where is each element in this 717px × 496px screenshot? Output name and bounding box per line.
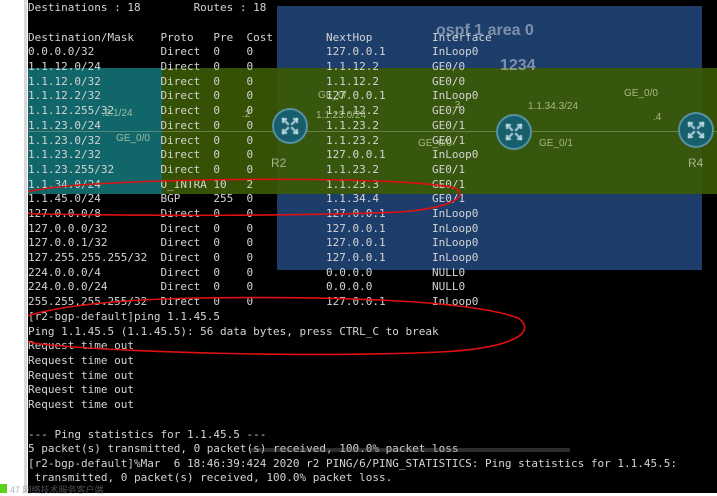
terminal-line: 1.1.45.0/24 BGP 255 0 1.1.34.4 GE0/1 — [28, 192, 466, 205]
left-panel-divider — [24, 0, 27, 493]
router-r3-icon — [496, 114, 532, 150]
terminal-line: Request time out — [28, 354, 134, 367]
terminal-window[interactable]: ospf 1 area 0 1234 GE_0/ .2.1/24 .2 GE_0… — [28, 0, 717, 493]
link-label-dot4: .4 — [653, 112, 662, 123]
terminal-line: 127.0.0.0/8 Direct 0 0 127.0.0.1 InLoop0 — [28, 207, 479, 220]
terminal-line: Request time out — [28, 369, 134, 382]
terminal-line: [r2-bgp-default]%Mar 6 18:46:39:424 2020… — [28, 457, 678, 470]
terminal-line: 1.1.23.0/24 Direct 0 0 1.1.23.2 GE0/1 — [28, 119, 466, 132]
router-r4-label: R4 — [688, 156, 704, 170]
terminal-line: 224.0.0.0/4 Direct 0 0 0.0.0.0 NULL0 — [28, 266, 466, 279]
terminal-line: 255.255.255.255/32 Direct 0 0 127.0.0.1 … — [28, 295, 479, 308]
terminal-line: Destinations : 18 Routes : 18 — [28, 1, 267, 14]
terminal-line: 1.1.23.255/32 Direct 0 0 1.1.23.2 GE0/1 — [28, 163, 466, 176]
terminal-line: [r2-bgp-default]ping 1.1.45.5 — [28, 310, 221, 323]
terminal-scroll-indicator — [250, 448, 570, 452]
terminal-line: 1.1.12.0/24 Direct 0 0 1.1.12.2 GE0/0 — [28, 60, 466, 73]
link-label-ge01: GE_0/1 — [539, 138, 573, 149]
terminal-line: 1.1.12.255/32 Direct 0 0 1.1.12.2 GE0/0 — [28, 104, 466, 117]
terminal-line: 1.1.23.2/32 Direct 0 0 127.0.0.1 InLoop0 — [28, 148, 479, 161]
terminal-line: Destination/Mask Proto Pre Cost NextHop … — [28, 31, 492, 44]
terminal-line: 127.255.255.255/32 Direct 0 0 127.0.0.1 … — [28, 251, 479, 264]
router-r4-icon — [678, 112, 714, 148]
terminal-line: 1.1.12.2/32 Direct 0 0 127.0.0.1 InLoop0 — [28, 89, 479, 102]
terminal-line: 0.0.0.0/32 Direct 0 0 127.0.0.1 InLoop0 — [28, 45, 479, 58]
status-indicator-icon — [0, 484, 7, 493]
area-number-label: 1234 — [500, 57, 536, 74]
left-panel-strip — [0, 0, 28, 493]
terminal-line: Request time out — [28, 398, 134, 411]
terminal-line: Request time out — [28, 339, 134, 352]
terminal-line: 224.0.0.0/24 Direct 0 0 0.0.0.0 NULL0 — [28, 280, 466, 293]
link-label-addr-c: 1.1.34.3/24 — [528, 101, 579, 112]
terminal-line: 1.1.34.0/24 O_INTRA 10 2 1.1.23.3 GE0/1 — [28, 178, 466, 191]
link-label-ge00-c: GE_0/0 — [624, 88, 658, 99]
terminal-line: 127.0.0.0/32 Direct 0 0 127.0.0.1 InLoop… — [28, 222, 479, 235]
terminal-line: 127.0.0.1/32 Direct 0 0 127.0.0.1 InLoop… — [28, 236, 479, 249]
terminal-line: Request time out — [28, 383, 134, 396]
terminal-line: Ping 1.1.45.5 (1.1.45.5): 56 data bytes,… — [28, 325, 439, 338]
terminal-line: 1.1.12.0/32 Direct 0 0 1.1.12.2 GE0/0 — [28, 75, 466, 88]
terminal-line: --- Ping statistics for 1.1.45.5 --- — [28, 428, 267, 441]
terminal-line: 1.1.23.0/32 Direct 0 0 1.1.23.2 GE0/1 — [28, 134, 466, 147]
watermark-text: 47 网络技术服务客户端 — [10, 485, 104, 495]
